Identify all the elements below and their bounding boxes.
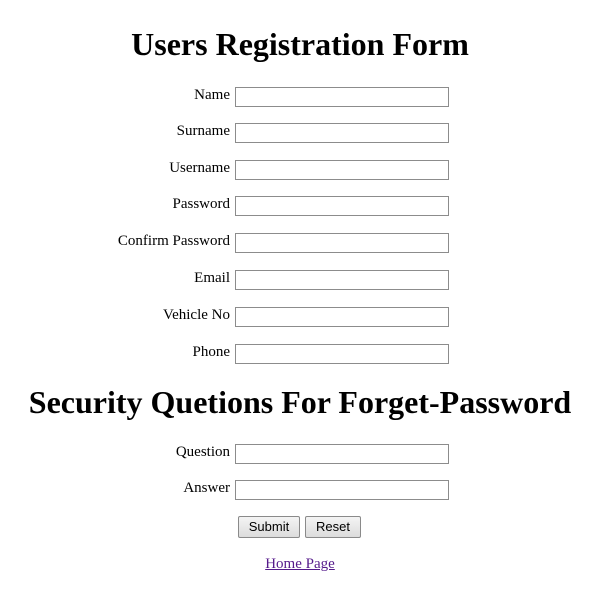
form-row-confirm-password: Confirm Password <box>0 231 605 253</box>
form-row-phone: Phone <box>0 342 605 364</box>
submit-button[interactable]: Submit <box>238 516 300 538</box>
home-link-container: Home Page <box>0 556 600 573</box>
email-label: Email <box>194 270 230 286</box>
password-label: Password <box>172 196 230 212</box>
vehicle-no-field[interactable] <box>235 307 449 327</box>
surname-label: Surname <box>176 123 230 139</box>
form-row-username: Username <box>0 158 605 180</box>
form-row-surname: Surname <box>0 121 605 143</box>
form-buttons: Submit Reset <box>238 516 362 540</box>
form-row-vehicle-no: Vehicle No <box>0 305 605 327</box>
question-field[interactable] <box>235 444 449 464</box>
name-field[interactable] <box>235 87 449 107</box>
confirm-password-label: Confirm Password <box>117 233 230 249</box>
email-field[interactable] <box>235 270 449 290</box>
form-row-email: Email <box>0 268 605 290</box>
answer-label: Answer <box>183 480 230 496</box>
reset-button[interactable]: Reset <box>305 516 361 538</box>
name-label: Name <box>194 87 230 103</box>
password-field[interactable] <box>235 196 449 216</box>
username-label: Username <box>169 160 230 176</box>
surname-field[interactable] <box>235 123 449 143</box>
username-field[interactable] <box>235 160 449 180</box>
security-section-title: Security Quetions For Forget-Password <box>28 384 572 420</box>
phone-label: Phone <box>192 344 231 360</box>
vehicle-no-label: Vehicle No <box>162 307 230 323</box>
form-row-password: Password <box>0 194 605 216</box>
phone-field[interactable] <box>235 344 449 364</box>
page-title: Users Registration Form <box>131 26 469 62</box>
home-page-link[interactable]: Home Page <box>265 556 335 572</box>
confirm-password-field[interactable] <box>235 233 449 253</box>
form-row-question: Question <box>0 442 605 464</box>
answer-field[interactable] <box>235 480 449 500</box>
form-row-name: Name <box>0 85 605 107</box>
form-row-answer: Answer <box>0 478 605 500</box>
question-label: Question <box>175 444 230 460</box>
